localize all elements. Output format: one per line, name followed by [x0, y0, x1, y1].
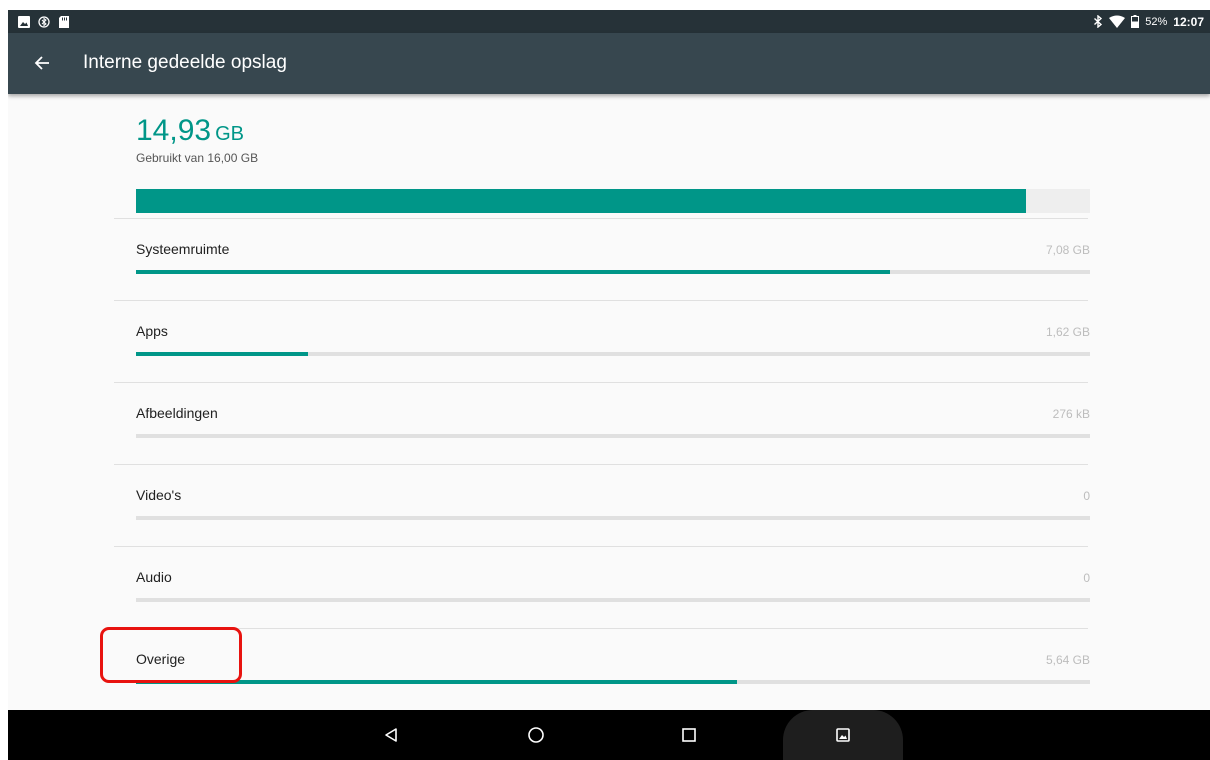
storage-summary: 14,93 GB Gebruikt van 16,00 GB [136, 114, 1090, 213]
bluetooth-mark-icon [38, 15, 50, 28]
screenshot-icon [836, 728, 850, 742]
used-subtitle: Gebruikt van 16,00 GB [136, 151, 259, 165]
status-bar: 52% 12:07 [8, 10, 1210, 33]
back-button[interactable] [28, 49, 56, 77]
category-size: 1,62 GB [1045, 325, 1090, 339]
category-label: Apps [136, 323, 168, 339]
app-toolbar: Interne gedeelde opslag [8, 33, 1210, 94]
category-label: Audio [136, 569, 172, 585]
used-value: 14,93 [136, 114, 212, 147]
category-size: 5,64 GB [1045, 653, 1090, 667]
total-usage-fill [136, 189, 1027, 213]
battery-percent: 52% [1145, 15, 1168, 28]
highlight-box [100, 627, 242, 683]
category-label: Video's [136, 487, 182, 503]
nav-back-button[interactable] [375, 720, 407, 750]
category-size: 7,08 GB [1045, 243, 1090, 257]
category-size: 0 [1083, 571, 1090, 585]
category-bar [136, 680, 1090, 684]
nav-home-button[interactable] [520, 720, 552, 750]
category-row-apps[interactable]: Apps 1,62 GB [136, 300, 1090, 382]
category-row-videos[interactable]: Video's 0 [136, 464, 1090, 546]
home-icon [528, 727, 544, 743]
category-size: 276 kB [1052, 407, 1090, 421]
wifi-icon [1109, 15, 1126, 28]
notification-icons [18, 13, 70, 30]
sd-card-icon [59, 15, 69, 28]
category-bar-fill [136, 352, 308, 356]
category-bar [136, 270, 1090, 274]
storage-content[interactable]: 14,93 GB Gebruikt van 16,00 GB Systeemrui… [8, 94, 1210, 710]
recents-icon [682, 728, 696, 742]
nav-screenshot-button[interactable] [827, 720, 859, 750]
category-row-systeemruimte[interactable]: Systeemruimte 7,08 GB [136, 218, 1090, 300]
category-row-audio[interactable]: Audio 0 [136, 546, 1090, 628]
back-icon [385, 728, 397, 742]
category-label: Systeemruimte [136, 241, 230, 257]
category-bar-fill [136, 270, 890, 274]
bluetooth-icon [1094, 15, 1103, 28]
used-unit: GB [215, 123, 244, 145]
category-label: Afbeeldingen [136, 405, 218, 421]
category-row-overige[interactable]: Overige 5,64 GB [136, 628, 1090, 710]
category-bar [136, 434, 1090, 438]
page-title: Interne gedeelde opslag [83, 52, 287, 73]
navigation-bar [8, 710, 1210, 760]
clock: 12:07 [1173, 14, 1204, 29]
system-status-icons: 52% 12:07 [1093, 13, 1204, 30]
category-row-afbeeldingen[interactable]: Afbeeldingen 276 kB [136, 382, 1090, 464]
category-size: 0 [1083, 489, 1090, 503]
category-bar [136, 516, 1090, 520]
nav-recents-button[interactable] [673, 720, 705, 750]
battery-icon [1131, 15, 1140, 28]
image-icon [18, 15, 30, 28]
total-usage-bar [136, 189, 1090, 213]
category-bar [136, 352, 1090, 356]
category-bar [136, 598, 1090, 602]
arrow-back-icon [34, 56, 49, 70]
device-screen: 52% 12:07 Interne gedeelde opslag 14,93 G… [8, 10, 1210, 760]
